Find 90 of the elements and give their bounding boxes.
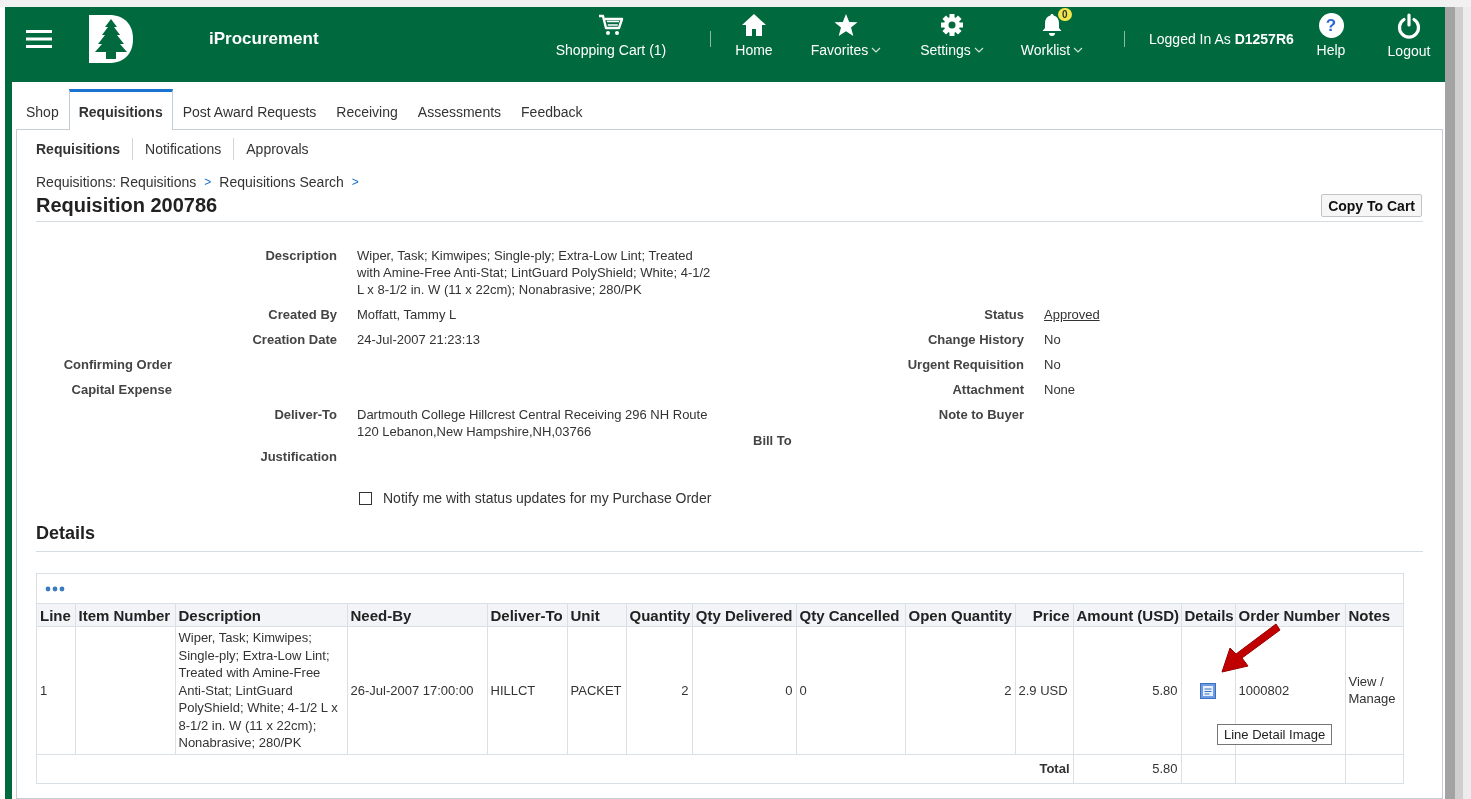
sub-tab[interactable]: Approvals: [234, 141, 321, 157]
table-cell: 2.9 USD: [1015, 626, 1073, 754]
column-header: Notes: [1345, 604, 1403, 627]
field-value: Wiper, Task; Kimwipes; Single-ply; Extra-Low Lint; Treated with Amine-Free Anti-Stat; LintGuard PolyShield; White; 4-1/2 L x 8-1/2 in. W (11 x 22cm); Nonabrasive; 280/PK: [357, 247, 712, 298]
table-cell: 2: [626, 626, 692, 754]
table-cell: PACKET: [567, 626, 626, 754]
table-cell: 0: [692, 626, 796, 754]
column-header: Need-By: [347, 604, 487, 627]
status-link[interactable]: Approved: [1044, 306, 1244, 323]
table-cell: 1: [37, 626, 75, 754]
field-label: Confirming Order: [62, 356, 172, 373]
help-button[interactable]: ? Help: [1306, 7, 1356, 67]
field-label: Deliver-To: [273, 406, 337, 424]
column-header: Qty Cancelled: [796, 604, 905, 627]
home-button[interactable]: Home: [719, 7, 789, 67]
settings-icon: [939, 13, 965, 37]
column-header: Details: [1181, 604, 1235, 627]
field-label: Description: [264, 247, 337, 265]
total-label: Total: [37, 754, 1073, 783]
breadcrumb-link[interactable]: Requisitions Search: [219, 174, 344, 190]
sub-tab[interactable]: Requisitions: [36, 141, 132, 157]
form-icon[interactable]: [1200, 683, 1216, 700]
tab[interactable]: Requisitions: [68, 89, 173, 130]
column-header: Line: [37, 604, 75, 627]
breadcrumb-link[interactable]: Requisitions: Requisitions: [36, 174, 197, 190]
page-title: Requisition 200786: [36, 193, 218, 217]
table-cell: 0: [796, 626, 905, 754]
field-label: Bill To: [753, 433, 792, 448]
field-label: Note to Buyer: [937, 406, 1024, 423]
field-label: Change History: [926, 331, 1024, 348]
column-header: Quantity: [626, 604, 692, 627]
favorites-menu[interactable]: Favorites: [801, 7, 891, 67]
star-icon: [833, 13, 859, 37]
menu-button[interactable]: [26, 28, 52, 49]
app-title: iProcurement: [209, 28, 319, 49]
column-header: Deliver-To: [487, 604, 567, 627]
field-label: Created By: [267, 306, 337, 323]
settings-menu[interactable]: Settings: [907, 7, 997, 67]
field-value: Dartmouth College Hillcrest Central Receiving 296 NH Route 120 Lebanon,New Hampshire,NH,03766: [357, 406, 709, 440]
breadcrumb-separator: >: [351, 175, 359, 189]
worklist-menu[interactable]: Worklist 0: [1007, 7, 1097, 67]
column-header: Description: [175, 604, 347, 627]
column-header: Price: [1015, 604, 1073, 627]
field-label: Urgent Requisition: [906, 356, 1024, 373]
table-cell: HILLCT: [487, 626, 567, 754]
power-icon: [1396, 13, 1422, 39]
field-label: Attachment: [951, 381, 1024, 398]
column-header: Amount (USD): [1073, 604, 1181, 627]
field-value: No: [1044, 356, 1062, 373]
home-icon: [741, 13, 767, 37]
breadcrumb-separator: >: [204, 175, 212, 189]
column-header: Order Number: [1235, 604, 1345, 627]
cart-button[interactable]: Shopping Cart (1): [551, 7, 671, 67]
field-label: Capital Expense: [70, 381, 172, 398]
tab[interactable]: Feedback: [511, 93, 593, 130]
logout-button[interactable]: Logout: [1379, 7, 1439, 67]
logo: [87, 13, 135, 64]
field-label: Justification: [259, 448, 337, 465]
table-cell: 26-Jul-2007 17:00:00: [347, 626, 487, 754]
section-heading: Details: [36, 522, 1423, 552]
table-cell: 5.80: [1073, 626, 1181, 754]
field-label: Status: [983, 306, 1024, 323]
logged-in-text: Logged In As D1257R6: [1149, 30, 1295, 49]
more-icon[interactable]: [45, 585, 65, 592]
column-header: Item Number: [75, 604, 175, 627]
sub-tab[interactable]: Notifications: [133, 141, 234, 157]
column-header: Qty Delivered: [692, 604, 796, 627]
column-header: Unit: [567, 604, 626, 627]
table-cell: Wiper, Task; Kimwipes; Single-ply; Extra-Low Lint; Treated with Amine-Free Anti-Stat; LintGuard PolyShield; White; 4-1/2 L x 8-1/2 in. W (11 x 22cm); Nonabrasive; 280/PK: [175, 626, 347, 754]
tab[interactable]: Post Award Requests: [172, 93, 327, 130]
count-badge: 0: [1058, 8, 1072, 21]
table-cell: 2: [905, 626, 1015, 754]
field-label: Creation Date: [251, 331, 337, 348]
annotation-arrow: [1221, 623, 1281, 673]
column-header: Open Quantity: [905, 604, 1015, 627]
tab[interactable]: Receiving: [326, 93, 408, 130]
menu-icon: [26, 28, 52, 49]
field-value: No: [1044, 331, 1062, 348]
field-value: 24-Jul-2007 21:23:13: [357, 331, 481, 348]
copy-to-cart-button[interactable]: Copy To Cart: [1321, 194, 1422, 217]
scroll-bar[interactable]: [1445, 7, 1471, 799]
tooltip: Line Detail Image: [1217, 724, 1333, 745]
cart-icon: [598, 13, 624, 37]
field-value: Moffatt, Tammy L: [357, 306, 458, 323]
tab[interactable]: Assessments: [407, 93, 512, 130]
help-icon: ?: [1318, 13, 1344, 38]
checkbox[interactable]: [359, 491, 372, 505]
checkbox-label: Notify me with status updates for my Purchase Order: [383, 490, 712, 506]
field-value: None: [1044, 381, 1077, 398]
tab[interactable]: Shop: [16, 93, 69, 130]
